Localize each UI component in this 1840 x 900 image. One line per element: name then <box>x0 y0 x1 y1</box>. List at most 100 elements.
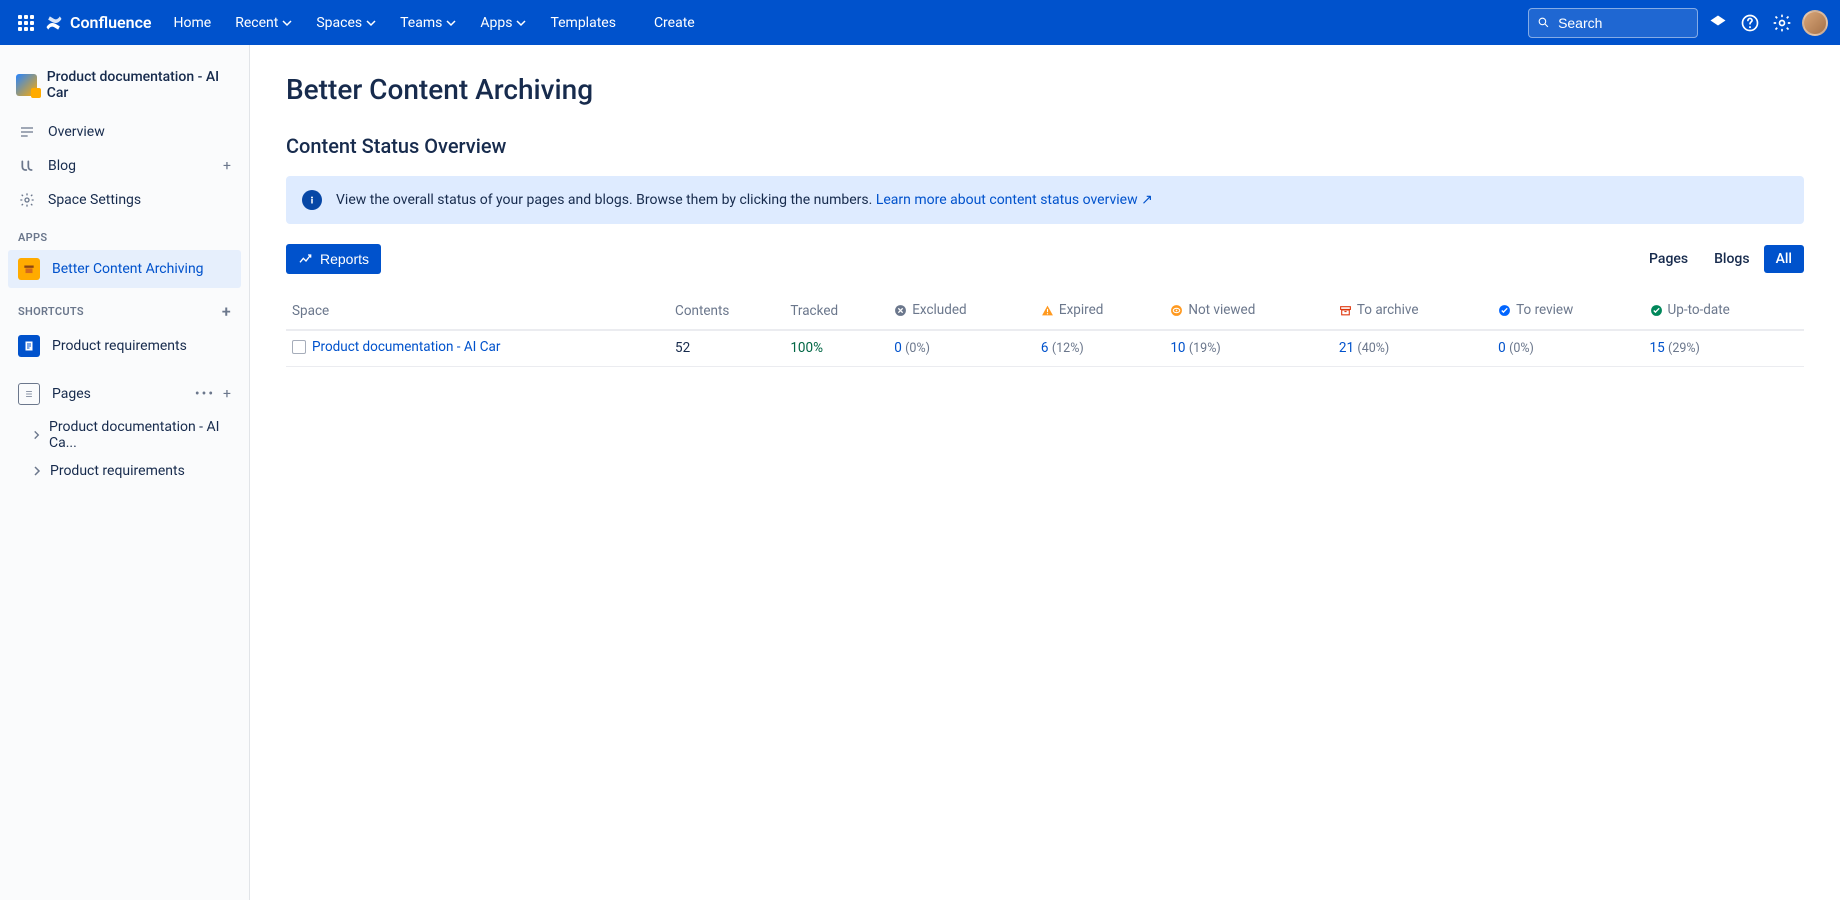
info-banner: View the overall status of your pages an… <box>286 176 1804 224</box>
app-switcher-icon[interactable] <box>12 9 40 37</box>
col-up-to-date: Up-to-date <box>1644 294 1805 330</box>
info-link[interactable]: Learn more about content status overview… <box>876 192 1153 208</box>
sidebar-shortcut-product-req[interactable]: Product requirements <box>8 327 241 365</box>
brand-label: Confluence <box>70 13 152 32</box>
add-page-icon[interactable]: + <box>223 386 231 402</box>
toolbar: Reports Pages Blogs All <box>286 244 1804 274</box>
reports-button[interactable]: Reports <box>286 244 381 274</box>
col-to-review: To review <box>1492 294 1643 330</box>
excluded-icon <box>894 304 907 317</box>
nav-templates[interactable]: Templates <box>540 9 626 37</box>
cell-contents: 52 <box>669 330 784 367</box>
col-expired: Expired <box>1035 294 1164 330</box>
nav-home[interactable]: Home <box>164 9 222 37</box>
review-icon <box>1498 304 1511 317</box>
search-input-wrapper[interactable] <box>1528 8 1698 38</box>
info-text: View the overall status of your pages an… <box>336 192 1153 208</box>
sidebar-overview-label: Overview <box>48 124 105 140</box>
gear-icon <box>18 191 36 209</box>
nav-apps[interactable]: Apps <box>470 9 536 37</box>
col-space: Space <box>286 294 669 330</box>
chevron-down-icon <box>282 18 292 28</box>
cell-tracked: 100% <box>784 330 888 367</box>
cell-not-viewed: 10 (19%) <box>1164 330 1333 367</box>
cell-to-archive: 21 (40%) <box>1333 330 1492 367</box>
chevron-down-icon <box>366 18 376 28</box>
page-tree-item-2[interactable]: Product requirements <box>8 457 241 485</box>
col-contents: Contents <box>669 294 784 330</box>
status-table: Space Contents Tracked Excluded Expired … <box>286 294 1804 367</box>
help-icon[interactable] <box>1738 11 1762 35</box>
sidebar-space-settings-label: Space Settings <box>48 192 141 208</box>
uptodate-icon <box>1650 304 1663 317</box>
search-input[interactable] <box>1556 14 1689 32</box>
cell-expired: 6 (12%) <box>1035 330 1164 367</box>
col-to-archive: To archive <box>1333 294 1492 330</box>
info-icon <box>302 190 322 210</box>
add-shortcut-icon[interactable]: + <box>222 302 231 321</box>
sidebar-blog-label: Blog <box>48 158 76 174</box>
page-title: Better Content Archiving <box>286 73 1804 106</box>
more-pages-icon[interactable]: ••• <box>195 386 215 402</box>
search-icon <box>1537 15 1550 30</box>
sidebar-pages-label: Pages <box>52 386 91 402</box>
space-name: Product documentation - AI Car <box>47 69 233 101</box>
filter-all[interactable]: All <box>1764 245 1804 273</box>
col-tracked: Tracked <box>784 294 888 330</box>
add-blog-icon[interactable]: + <box>223 158 231 174</box>
archiving-app-icon <box>18 258 40 280</box>
chevron-down-icon <box>516 18 526 28</box>
nav-create[interactable]: Create <box>644 9 705 37</box>
excluded-count[interactable]: 0 <box>894 340 902 356</box>
global-nav: Confluence Home Recent Spaces Teams Apps… <box>0 0 1840 45</box>
nav-teams[interactable]: Teams <box>390 9 466 37</box>
filter-pages[interactable]: Pages <box>1637 245 1700 273</box>
space-link[interactable]: Product documentation - AI Car <box>292 339 500 355</box>
sidebar: Product documentation - AI Car Overview … <box>0 45 250 900</box>
sidebar-section-apps: APPS <box>8 217 241 250</box>
space-header[interactable]: Product documentation - AI Car <box>8 63 241 115</box>
col-not-viewed: Not viewed <box>1164 294 1333 330</box>
sidebar-blog[interactable]: Blog + <box>8 149 241 183</box>
cell-up-to-date: 15 (29%) <box>1644 330 1805 367</box>
expired-count[interactable]: 6 <box>1041 340 1049 356</box>
sidebar-overview[interactable]: Overview <box>8 115 241 149</box>
expired-icon <box>1041 304 1054 317</box>
page-tree-item-1[interactable]: Product documentation - AI Ca... <box>8 413 241 457</box>
main-content: Better Content Archiving Content Status … <box>250 45 1840 900</box>
chevron-down-icon <box>446 18 456 28</box>
confluence-logo-icon <box>44 13 64 33</box>
sidebar-space-settings[interactable]: Space Settings <box>8 183 241 217</box>
to-review-count[interactable]: 0 <box>1498 340 1506 356</box>
notifications-icon[interactable] <box>1706 11 1730 35</box>
filter-segment: Pages Blogs All <box>1637 245 1804 273</box>
archive-icon <box>1339 304 1352 317</box>
page-tree-label: Product requirements <box>50 463 185 479</box>
table-row: Product documentation - AI Car 52 100% 0… <box>286 330 1804 367</box>
user-avatar[interactable] <box>1802 10 1828 36</box>
cell-to-review: 0 (0%) <box>1492 330 1643 367</box>
sidebar-pages[interactable]: Pages ••• + <box>8 375 241 413</box>
cell-excluded: 0 (0%) <box>888 330 1035 367</box>
sidebar-section-shortcuts: SHORTCUTS + <box>8 288 241 327</box>
overview-icon <box>18 123 36 141</box>
chevron-right-icon <box>32 466 42 476</box>
sidebar-app-better-archiving[interactable]: Better Content Archiving <box>8 250 241 288</box>
settings-icon[interactable] <box>1770 11 1794 35</box>
not-viewed-icon <box>1170 304 1183 317</box>
to-archive-count[interactable]: 21 <box>1339 340 1354 356</box>
sidebar-shortcut-label: Product requirements <box>52 338 187 354</box>
reports-icon <box>298 251 314 267</box>
blog-icon <box>18 157 36 175</box>
page-tree-label: Product documentation - AI Ca... <box>49 419 231 451</box>
uptodate-count[interactable]: 15 <box>1650 340 1665 356</box>
not-viewed-count[interactable]: 10 <box>1170 340 1185 356</box>
chevron-right-icon <box>32 430 41 440</box>
section-title: Content Status Overview <box>286 134 1804 158</box>
brand[interactable]: Confluence <box>44 13 152 33</box>
pages-icon <box>18 383 40 405</box>
sidebar-app-label: Better Content Archiving <box>52 261 204 277</box>
filter-blogs[interactable]: Blogs <box>1702 245 1762 273</box>
nav-spaces[interactable]: Spaces <box>306 9 386 37</box>
nav-recent[interactable]: Recent <box>225 9 302 37</box>
